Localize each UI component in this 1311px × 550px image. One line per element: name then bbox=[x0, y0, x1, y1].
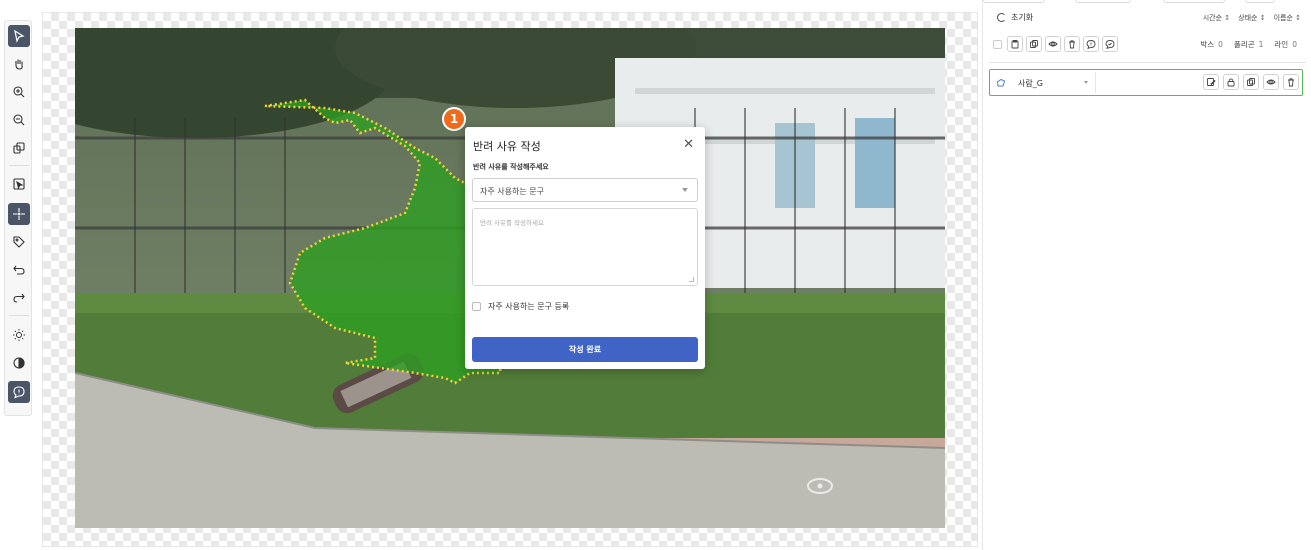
toolbar-divider bbox=[9, 165, 29, 166]
copy-icon[interactable] bbox=[1243, 74, 1259, 90]
crosshair-icon[interactable] bbox=[8, 203, 30, 225]
panel-divider bbox=[989, 62, 1306, 63]
phrase-select-value: 자주 사용하는 문구 bbox=[480, 187, 544, 196]
trash-icon[interactable] bbox=[1064, 36, 1080, 52]
sort-by-status[interactable]: 상태순 bbox=[1238, 13, 1265, 23]
sort-by-name[interactable]: 이름순 bbox=[1274, 13, 1301, 23]
copy-icon[interactable] bbox=[1026, 36, 1042, 52]
resize-handle-icon[interactable] bbox=[689, 277, 694, 282]
eye-icon[interactable] bbox=[1045, 36, 1061, 52]
tag-icon[interactable] bbox=[8, 231, 30, 253]
eye-icon[interactable] bbox=[1263, 74, 1279, 90]
sun-icon[interactable] bbox=[8, 324, 30, 346]
reason-textarea[interactable]: 반려 사유를 작성하세요 bbox=[472, 208, 698, 286]
shape-counts: 박스 0 폴리곤 1 라인 0 bbox=[1200, 39, 1297, 50]
annotation-number-badge[interactable]: 1 bbox=[442, 107, 466, 131]
label-separator bbox=[1095, 72, 1096, 93]
trash-icon[interactable] bbox=[1283, 74, 1299, 90]
comment-icon[interactable] bbox=[8, 381, 30, 403]
box-cursor-icon[interactable] bbox=[8, 173, 30, 195]
line-count: 라인 0 bbox=[1274, 40, 1297, 49]
label-item[interactable]: 사람_G bbox=[989, 69, 1303, 96]
zoom-out-icon[interactable] bbox=[8, 109, 30, 131]
comment-icon[interactable] bbox=[1083, 36, 1099, 52]
clipboard-icon[interactable] bbox=[1007, 36, 1023, 52]
panel-tabs-edge bbox=[983, 0, 1311, 4]
save-phrase-label: 자주 사용하는 문구 등록 bbox=[488, 302, 570, 311]
label-panel: 초기화 시간순 상태순 이름순 박스0 폴리곤1 라인0 사람_G bbox=[982, 0, 1311, 550]
save-phrase-checkbox[interactable]: 자주 사용하는 문구 등록 bbox=[472, 301, 569, 312]
close-icon[interactable]: ✕ bbox=[683, 138, 694, 151]
lock-icon[interactable] bbox=[1223, 74, 1239, 90]
box-count: 박스 0 bbox=[1200, 40, 1223, 49]
reason-textarea-placeholder: 반려 사유를 작성하세요 bbox=[480, 219, 544, 227]
sort-by-time[interactable]: 시간순 bbox=[1203, 13, 1230, 23]
cursor-arrow-icon[interactable] bbox=[8, 25, 30, 47]
app: 1 반려 사유 작성 ✕ 반려 사유를 작성해주세요 자주 사용하는 문구 반려… bbox=[0, 0, 1311, 550]
submit-button[interactable]: 작성 완료 bbox=[472, 337, 698, 362]
reason-field-label: 반려 사유를 작성해주세요 bbox=[473, 163, 549, 171]
checkbox-icon[interactable] bbox=[472, 302, 481, 311]
zoom-in-icon[interactable] bbox=[8, 81, 30, 103]
select-all-checkbox[interactable] bbox=[993, 39, 1002, 49]
dialog-title: 반려 사유 작성 bbox=[473, 140, 541, 153]
label-actions bbox=[1203, 74, 1299, 90]
bulk-actions bbox=[993, 36, 1118, 52]
chevron-down-icon[interactable] bbox=[1084, 81, 1088, 84]
layers-icon[interactable] bbox=[8, 137, 30, 159]
redo-icon[interactable] bbox=[8, 287, 30, 309]
reject-reason-dialog: 반려 사유 작성 ✕ 반려 사유를 작성해주세요 자주 사용하는 문구 반려 사… bbox=[465, 127, 705, 369]
left-toolbar bbox=[4, 20, 32, 416]
polygon-icon bbox=[996, 78, 1006, 87]
hand-icon[interactable] bbox=[8, 53, 30, 75]
comment-resolve-icon[interactable] bbox=[1102, 36, 1118, 52]
chevron-down-icon bbox=[682, 188, 688, 192]
undo-icon[interactable] bbox=[8, 259, 30, 281]
toolbar-divider bbox=[9, 315, 29, 316]
label-name[interactable]: 사람_G bbox=[1018, 78, 1043, 89]
phrase-select[interactable]: 자주 사용하는 문구 bbox=[472, 178, 698, 202]
edit-icon[interactable] bbox=[1203, 74, 1219, 90]
refresh-icon bbox=[997, 13, 1006, 22]
contrast-icon[interactable] bbox=[8, 352, 30, 374]
reset-button[interactable]: 초기화 bbox=[997, 12, 1033, 23]
reset-label: 초기화 bbox=[1011, 13, 1034, 22]
polygon-count: 폴리곤 1 bbox=[1233, 40, 1264, 49]
sort-controls: 시간순 상태순 이름순 bbox=[1203, 13, 1301, 23]
